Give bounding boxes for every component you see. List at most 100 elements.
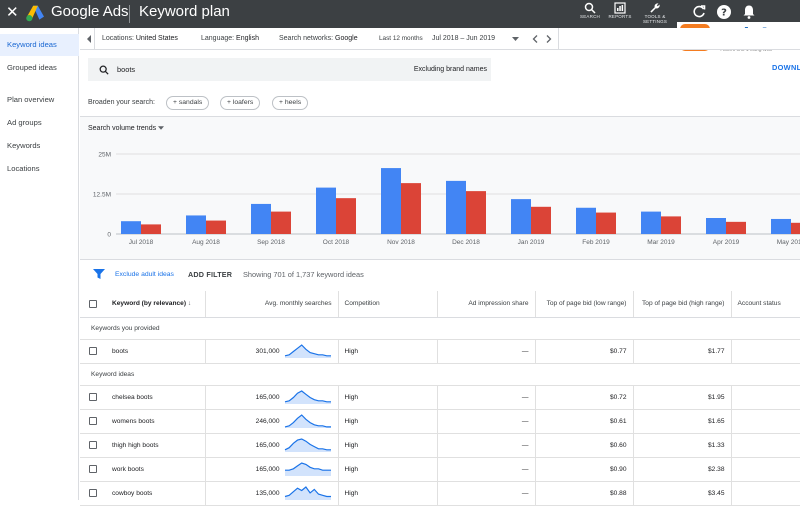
filter-icon[interactable]: [93, 269, 105, 279]
topbar-divider: [129, 5, 130, 23]
trend-sparkline: [284, 390, 331, 404]
y-tick-label: 12.5M: [93, 192, 111, 199]
sidebar-item-ad-groups[interactable]: Ad groups: [0, 112, 79, 134]
networks-filter[interactable]: Search networks: Google: [279, 28, 358, 50]
impression-share-cell: —: [436, 481, 535, 506]
notifications-bell-icon[interactable]: [741, 4, 757, 20]
header-impression-share[interactable]: Ad impression share: [436, 291, 535, 318]
row-select-cell: [80, 433, 106, 458]
app-brand: Google Ads: [51, 3, 129, 20]
reports-tool-button[interactable]: REPORTS: [601, 0, 639, 28]
competition-cell: High: [337, 457, 437, 482]
chip-label: sandals: [178, 99, 203, 106]
sort-arrow-icon: ↓: [187, 300, 192, 308]
bar-series-1: [706, 218, 726, 234]
low-bid-cell: $0.88: [534, 481, 633, 506]
collapse-arrow-icon[interactable]: [86, 35, 92, 43]
x-tick-label: Mar 2019: [647, 239, 675, 246]
keyword-cell[interactable]: thigh high boots: [106, 433, 205, 458]
header-high-bid[interactable]: Top of page bid (high range): [632, 291, 731, 318]
group-label: Keyword ideas: [80, 363, 800, 386]
locations-filter[interactable]: Locations: United States: [102, 28, 178, 50]
searches-value: 246,000: [255, 417, 280, 425]
bar-series-2: [726, 221, 746, 234]
searches-cell: 165,000: [204, 433, 338, 458]
table-row[interactable]: cowboy boots 135,000 High — $0.88 $3.45: [80, 481, 800, 506]
bar-series-1: [316, 187, 336, 234]
search-icon: [99, 65, 109, 75]
table-row[interactable]: work boots 165,000 High — $0.90 $2.38: [80, 457, 800, 482]
select-all-checkbox[interactable]: [89, 299, 97, 308]
bar-series-1: [511, 199, 531, 234]
table-row[interactable]: womens boots 246,000 High — $0.61 $1.65: [80, 409, 800, 434]
close-icon[interactable]: ✕: [6, 5, 19, 21]
bar-series-2: [791, 222, 800, 234]
sidebar-item-plan-overview[interactable]: Plan overview: [0, 89, 79, 111]
keyword-cell[interactable]: cowboy boots: [106, 481, 205, 506]
next-period-icon[interactable]: [546, 35, 552, 43]
y-tick-label: 25M: [98, 152, 111, 159]
table-toolbar: Exclude adult ideas ADD FILTER Showing 7…: [80, 259, 800, 289]
searches-cell: 301,000: [204, 339, 338, 364]
header-keyword[interactable]: Keyword (by relevance) ↓: [106, 291, 205, 318]
low-bid-cell: $0.60: [534, 433, 633, 458]
y-tick-label: 0: [107, 232, 111, 239]
table-row[interactable]: thigh high boots 165,000 High — $0.60 $1.33: [80, 433, 800, 458]
row-checkbox[interactable]: [89, 417, 97, 425]
date-dropdown-icon[interactable]: [512, 37, 519, 41]
row-checkbox[interactable]: [89, 347, 97, 355]
row-checkbox[interactable]: [89, 465, 97, 473]
exclude-brands-toggle[interactable]: Excluding brand names: [414, 58, 487, 81]
bar-series-2: [141, 224, 161, 234]
refresh-icon[interactable]: [691, 4, 707, 20]
broaden-chip-heels[interactable]: + heels: [272, 96, 309, 110]
row-select-cell: [80, 481, 106, 506]
language-value: English: [236, 35, 260, 42]
account-status-cell: [730, 385, 800, 410]
group-label: Keywords you provided: [80, 317, 800, 340]
bar-series-1: [251, 203, 271, 234]
x-tick-label: Sep 2018: [257, 239, 285, 246]
search-volume-bar-chart: 0 12.5M 25M Jul 2018 Aug 2018 Sep 2018 Oct 201…: [93, 152, 800, 246]
header-account-status[interactable]: Account status: [730, 291, 800, 318]
broaden-chip-loafers[interactable]: + loafers: [220, 96, 261, 110]
keyword-cell[interactable]: chelsea boots: [106, 385, 205, 410]
low-bid-cell: $0.72: [534, 385, 633, 410]
broaden-chip-sandals[interactable]: + sandals: [166, 96, 210, 110]
sidebar-item-grouped-ideas[interactable]: Grouped ideas: [0, 57, 79, 79]
row-checkbox[interactable]: [89, 489, 97, 497]
row-checkbox[interactable]: [89, 441, 97, 449]
help-icon[interactable]: ?: [716, 4, 732, 20]
download-button[interactable]: DOWNL: [772, 63, 800, 72]
tools-settings-button[interactable]: TOOLS & SETTINGS: [636, 0, 674, 28]
prev-period-icon[interactable]: [532, 35, 538, 43]
keyword-cell[interactable]: work boots: [106, 457, 205, 482]
table-row[interactable]: chelsea boots 165,000 High — $0.72 $1.95: [80, 385, 800, 410]
language-filter[interactable]: Language: English: [201, 28, 259, 50]
keyword-cell[interactable]: womens boots: [106, 409, 205, 434]
add-filter-button[interactable]: ADD FILTER: [188, 270, 232, 279]
search-input[interactable]: boots: [117, 58, 135, 81]
sidebar-item-keywords[interactable]: Keywords: [0, 135, 79, 157]
header-competition[interactable]: Competition: [337, 291, 437, 318]
row-checkbox[interactable]: [89, 393, 97, 401]
trend-sparkline: [284, 414, 331, 428]
exclude-adult-ideas[interactable]: Exclude adult ideas: [115, 271, 174, 278]
sidebar-item-locations[interactable]: Locations: [0, 158, 79, 180]
header-searches[interactable]: Avg. monthly searches: [204, 291, 338, 318]
table-row[interactable]: boots 301,000 High — $0.77 $1.77: [80, 339, 800, 364]
date-range-value[interactable]: Jul 2018 – Jun 2019: [432, 28, 495, 50]
bar-series-2: [271, 211, 291, 234]
x-tick-label: Oct 2018: [323, 239, 350, 246]
reports-tool-label: REPORTS: [608, 14, 632, 19]
header-low-bid[interactable]: Top of page bid (low range): [534, 291, 633, 318]
high-bid-cell: $1.77: [632, 339, 731, 364]
bar-series-1: [641, 211, 661, 234]
x-tick-label: Aug 2018: [192, 239, 220, 246]
high-bid-cell: $1.33: [632, 433, 731, 458]
svg-text:?: ?: [721, 8, 727, 19]
keyword-search-box[interactable]: boots Excluding brand names: [88, 58, 491, 81]
competition-cell: High: [337, 385, 437, 410]
sidebar-item-keyword-ideas[interactable]: Keyword ideas: [0, 34, 79, 56]
keyword-cell[interactable]: boots: [106, 339, 205, 364]
